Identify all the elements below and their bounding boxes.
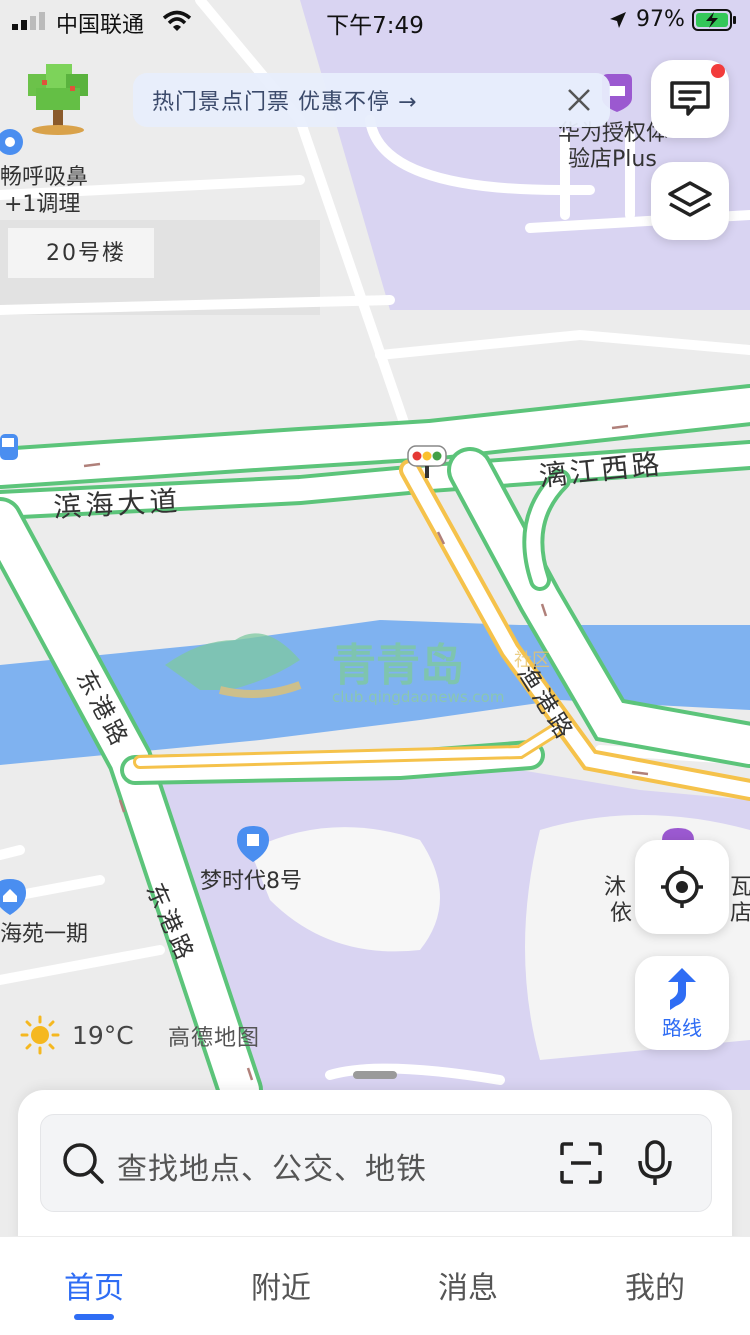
- temperature: 19°C: [72, 1020, 134, 1050]
- route-button[interactable]: 路线: [635, 956, 729, 1050]
- battery-percent: 97%: [636, 7, 685, 32]
- brand-logo-text: 高德地图: [168, 1026, 261, 1051]
- watermark-url: club.qingdaonews.com: [332, 688, 504, 706]
- route-button-label: 路线: [662, 1015, 702, 1040]
- weather-widget: 19°C: [20, 1015, 134, 1055]
- notification-dot: [711, 64, 725, 78]
- locate-button[interactable]: [635, 840, 729, 934]
- label-haiyuan: 海苑一期: [0, 922, 88, 947]
- layers-button[interactable]: [651, 162, 729, 240]
- label-shop-mu-2: 依: [610, 901, 632, 926]
- search-icon: [63, 1143, 104, 1184]
- crosshair-icon: [661, 866, 703, 908]
- message-button[interactable]: [651, 60, 729, 138]
- label-binhai-road: 滨海大道: [53, 484, 183, 524]
- tab-nearby[interactable]: 附近: [231, 1263, 331, 1307]
- location-arrow-icon: [610, 12, 626, 28]
- search-placeholder: 查找地点、公交、地铁: [117, 1152, 427, 1187]
- chat-icon: [670, 81, 710, 116]
- scan-icon[interactable]: [559, 1141, 603, 1185]
- layers-icon: [668, 181, 712, 217]
- status-bar: 中国联通 下午7:49 97%: [0, 0, 750, 42]
- label-shop-mu-3: 瓦: [730, 875, 750, 900]
- promo-banner-text: 热门景点门票 优惠不停 →: [152, 90, 418, 115]
- bus-stop-icon[interactable]: [0, 434, 18, 460]
- route-arrow-icon: [668, 967, 696, 1010]
- tab-messages[interactable]: 消息: [418, 1263, 518, 1307]
- battery-charging-icon: [692, 9, 736, 31]
- promo-banner[interactable]: 热门景点门票 优惠不停 →: [133, 73, 610, 127]
- tab-mine[interactable]: 我的: [605, 1263, 705, 1307]
- tab-bar: 首页 附近 消息 我的: [0, 1236, 750, 1335]
- tab-active-indicator: [74, 1314, 114, 1320]
- close-icon[interactable]: [564, 85, 594, 115]
- label-poi-breath-1: 畅呼吸鼻: [0, 165, 88, 190]
- label-building-20: 20号楼: [46, 241, 126, 266]
- tab-home[interactable]: 首页: [44, 1263, 144, 1307]
- watermark-title: 青青岛: [332, 640, 464, 691]
- label-shop-mu-4: 店: [730, 901, 750, 926]
- tree-avatar-icon[interactable]: [22, 60, 94, 136]
- label-mengshidai: 梦时代8号: [200, 869, 302, 894]
- microphone-icon[interactable]: [635, 1139, 675, 1187]
- label-huawei-2: 验店Plus: [568, 147, 657, 172]
- label-poi-breath-2: +1调理: [4, 192, 80, 217]
- label-shop-mu-1: 沐: [604, 875, 626, 900]
- watermark-tag: 社区: [514, 650, 550, 671]
- search-bar[interactable]: 查找地点、公交、地铁: [40, 1114, 712, 1212]
- sheet-drag-handle[interactable]: [353, 1071, 397, 1079]
- sun-icon: [20, 1015, 60, 1055]
